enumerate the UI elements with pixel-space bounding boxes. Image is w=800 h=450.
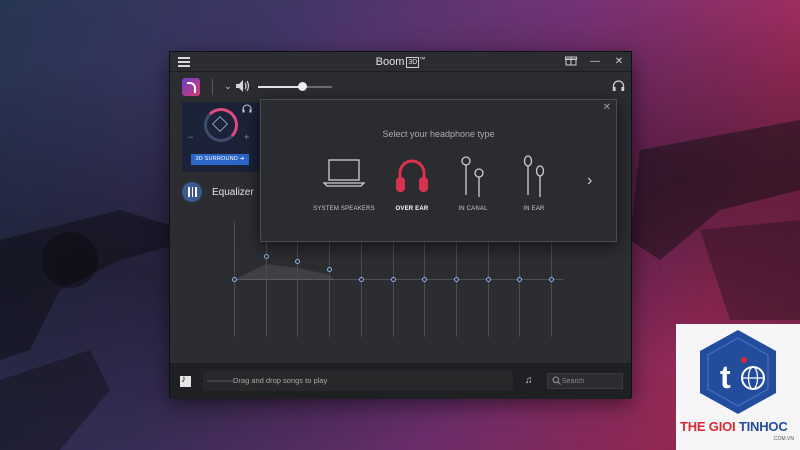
thegioitinhoc-watermark: t THE GIOI TINHOC .COM.VN: [676, 324, 800, 450]
option-over-ear[interactable]: OVER EAR: [377, 155, 447, 215]
eq-band-knob[interactable]: [422, 276, 428, 282]
option-in-canal[interactable]: IN CANAL: [438, 155, 508, 215]
3d-surround-panel: − + 3D SURROUND ➔: [182, 102, 262, 172]
surround-minus[interactable]: −: [188, 132, 193, 142]
bottom-bar: Drag and drop songs to play ♫: [170, 363, 631, 399]
search-box[interactable]: [547, 373, 623, 389]
eq-band-knob[interactable]: [263, 253, 269, 259]
watermark-brand-part1: THE GIOI: [680, 419, 739, 434]
headphone-type-popup: ✕ Select your headphone type SYSTEM SPEA…: [260, 99, 617, 242]
eq-band-knob[interactable]: [453, 276, 459, 282]
close-window-icon[interactable]: ✕: [612, 55, 626, 69]
watermark-brand: THE GIOI TINHOC: [680, 419, 788, 434]
in-canal-earphone-icon: [461, 156, 484, 197]
eq-band-knob[interactable]: [232, 276, 237, 282]
window-title: Boom 3D ™: [170, 56, 631, 68]
surround-plus[interactable]: +: [244, 132, 249, 142]
option-system-speakers[interactable]: SYSTEM SPEAKERS: [309, 155, 379, 215]
toolbar: ⌄: [170, 72, 631, 102]
title-3d-mark: 3D: [406, 57, 420, 68]
popup-title: Select your headphone type: [382, 129, 495, 139]
option-label: OVER EAR: [395, 206, 429, 212]
headphone-icon[interactable]: [612, 80, 625, 92]
gift-icon[interactable]: [564, 55, 578, 69]
option-in-ear[interactable]: IN EAR: [499, 155, 569, 215]
search-icon: [552, 376, 561, 385]
eq-band-knob[interactable]: [549, 276, 554, 282]
drop-zone-text: Drag and drop songs to play: [233, 376, 328, 385]
watermark-domain: .COM.VN: [772, 436, 794, 442]
next-arrow-icon[interactable]: ›: [587, 172, 592, 190]
music-note-icon[interactable]: [180, 374, 191, 387]
svg-text:t: t: [720, 359, 731, 395]
search-input[interactable]: [562, 375, 620, 387]
title-bar: Boom 3D ™ — ✕: [170, 52, 631, 72]
boom-logo-icon[interactable]: [182, 78, 200, 96]
equalizer-icon: [182, 182, 202, 202]
trademark-symbol: ™: [419, 57, 426, 63]
option-label: IN EAR: [523, 206, 545, 212]
drop-zone-bar: [207, 380, 233, 382]
option-label: IN CANAL: [458, 206, 488, 212]
in-ear-earphone-icon: [523, 155, 545, 197]
equalizer-sliders: [170, 222, 631, 362]
option-label: SYSTEM SPEAKERS: [313, 206, 375, 212]
eq-band-knob[interactable]: [485, 276, 491, 282]
playlist-icon[interactable]: ♫: [525, 376, 537, 387]
eq-band-knob[interactable]: [358, 276, 364, 282]
eq-band-knob[interactable]: [517, 276, 523, 282]
equalizer-label: Equalizer: [212, 187, 254, 198]
equalizer-curve: [234, 264, 334, 280]
drop-zone[interactable]: Drag and drop songs to play: [203, 371, 513, 391]
app-name: Boom: [375, 56, 405, 68]
watermark-logo-icon: t: [700, 330, 776, 414]
over-ear-headphone-icon: [396, 159, 428, 192]
chevron-down-icon[interactable]: ⌄: [224, 81, 232, 92]
volume-slider[interactable]: [258, 82, 332, 91]
toolbar-divider: [212, 79, 213, 95]
volume-slider-knob[interactable]: [298, 82, 308, 91]
volume-icon[interactable]: [235, 79, 251, 93]
minimize-icon[interactable]: —: [588, 55, 602, 69]
3d-surround-button[interactable]: 3D SURROUND ➔: [191, 154, 249, 165]
volume-slider-fill: [258, 86, 303, 88]
eq-band-knob[interactable]: [390, 276, 396, 282]
watermark-brand-part2: TINHOC: [738, 419, 788, 434]
popup-close-icon[interactable]: ✕: [603, 102, 611, 113]
surround-headphone-icon: [242, 104, 252, 113]
laptop-icon: [323, 159, 365, 187]
